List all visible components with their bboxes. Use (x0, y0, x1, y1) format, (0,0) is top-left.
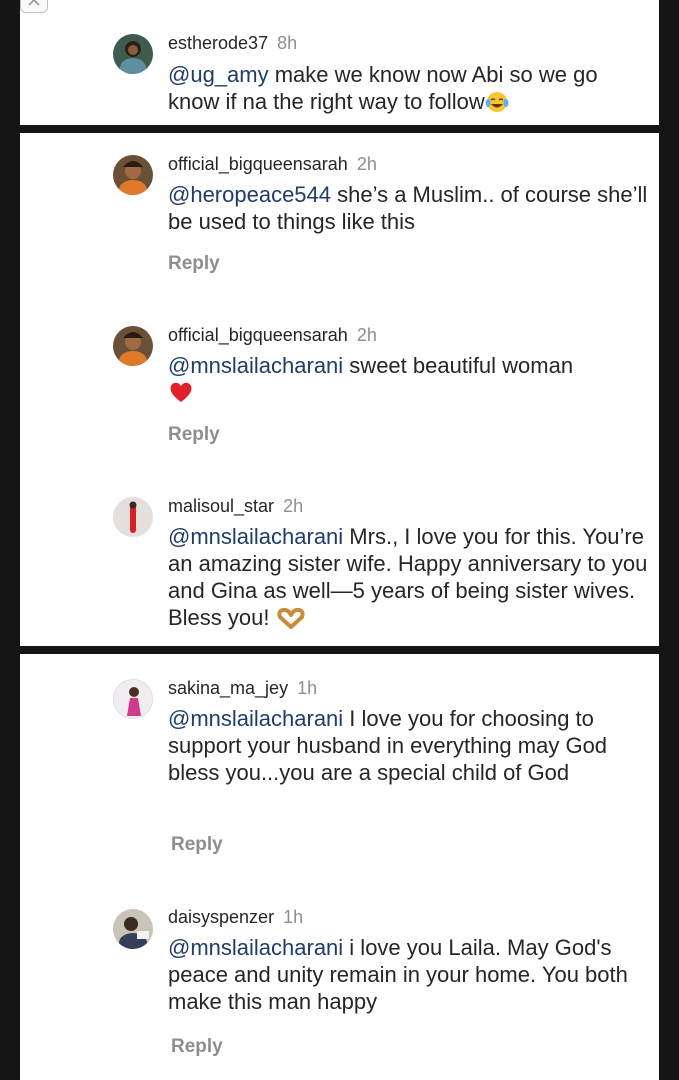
comment-username[interactable]: official_bigqueensarah (168, 154, 348, 174)
comment-text: @ug_amy make we know now Abi so we go kn… (168, 61, 649, 119)
comment-username[interactable]: daisyspenzer (168, 907, 274, 927)
comment-username[interactable]: estherode37 (168, 33, 268, 53)
reply-button[interactable]: Reply (168, 253, 220, 275)
comment-panel-3: sakina_ma_jey 1h @mnslailacharani I love… (20, 654, 659, 1080)
chevron-up-icon (28, 0, 40, 6)
reply-button[interactable]: Reply (168, 424, 220, 446)
comment-timestamp: 1h (297, 678, 318, 698)
mention-link[interactable]: @mnslailacharani (168, 706, 343, 731)
avatar[interactable] (113, 326, 153, 366)
comment-panel-1: estherode37 8h @ug_amy make we know now … (20, 0, 659, 125)
comment-text: @mnslailacharani sweet beautiful woman (168, 352, 649, 410)
comment-text: @mnslailacharani Mrs., I love you for th… (168, 523, 649, 635)
comment-panel-2: official_bigqueensarah 2h @heropeace544 … (20, 133, 659, 646)
mention-link[interactable]: @mnslailacharani (168, 524, 343, 549)
comment-timestamp: 2h (283, 496, 304, 516)
comment-timestamp: 1h (283, 907, 304, 927)
comment-username[interactable]: official_bigqueensarah (168, 325, 348, 345)
comment-timestamp: 2h (356, 154, 377, 174)
collapse-button[interactable] (20, 0, 48, 13)
mention-link[interactable]: @heropeace544 (168, 182, 331, 207)
comment-text: @mnslailacharani i love you Laila. May G… (168, 934, 649, 1015)
red-heart-emoji-icon (168, 380, 194, 410)
comment-text: @mnslailacharani I love you for choosing… (168, 705, 649, 786)
avatar[interactable] (113, 34, 153, 74)
avatar[interactable] (113, 909, 153, 949)
comment-username[interactable]: malisoul_star (168, 496, 274, 516)
mention-link[interactable]: @ug_amy (168, 62, 269, 87)
reply-button[interactable]: Reply (171, 1036, 223, 1058)
mention-link[interactable]: @mnslailacharani (168, 353, 343, 378)
heart-hands-emoji-icon (276, 607, 306, 635)
avatar[interactable] (113, 155, 153, 195)
comment-body: sweet beautiful woman (343, 353, 574, 378)
comment-timestamp: 8h (277, 33, 298, 53)
mention-link[interactable]: @mnslailacharani (168, 935, 343, 960)
comment-username[interactable]: sakina_ma_jey (168, 678, 288, 698)
tears-of-joy-emoji-icon (485, 91, 509, 119)
avatar[interactable] (113, 679, 153, 719)
comment-text: @heropeace544 she’s a Muslim.. of course… (168, 181, 649, 235)
comment-timestamp: 2h (356, 325, 377, 345)
avatar[interactable] (113, 497, 153, 537)
reply-button[interactable]: Reply (171, 834, 223, 856)
